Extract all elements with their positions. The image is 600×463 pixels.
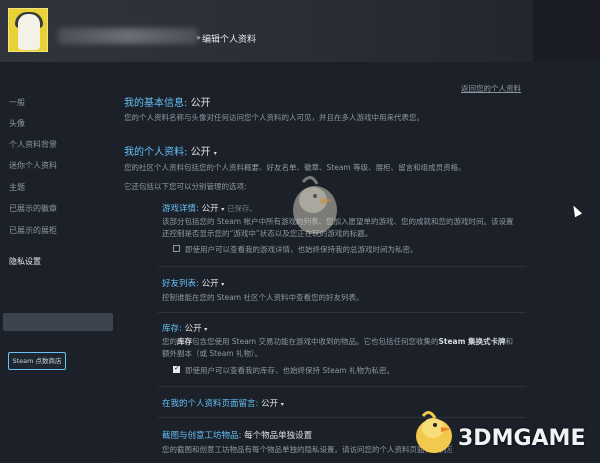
basic-info-value: 公开 bbox=[190, 98, 211, 109]
sidebar-item-general[interactable]: 一般 bbox=[9, 97, 25, 108]
playtime-private-label: 即使用户可以查看我的游戏详情，也始终保持我的总游戏时间为私密。 bbox=[185, 245, 418, 254]
watermark-text: 3DMGAME bbox=[458, 426, 586, 451]
profile-header: » 编辑个人资料 bbox=[0, 0, 600, 62]
avatar-face bbox=[18, 14, 40, 50]
sidebar-active-highlight bbox=[3, 313, 113, 331]
chevron-down-icon: ▾ bbox=[221, 281, 225, 288]
basic-info-title: 我的基本信息: 公开 bbox=[124, 94, 211, 109]
inventory-desc: 您的库存包含您使用 Steam 交易功能在游戏中收到的物品。它也包括任何您收集的… bbox=[162, 337, 514, 346]
game-details-dropdown[interactable]: 公开 ▾ bbox=[202, 204, 225, 214]
screenshots-title: 截图与创意工坊物品: 每个物品单独设置 bbox=[162, 429, 312, 441]
gifts-private-label: 即使用户可以查看我的库存，也始终保持 Steam 礼物为私密。 bbox=[185, 366, 394, 375]
screenshots-value: 每个物品单独设置 bbox=[244, 431, 313, 441]
sidebar-divider bbox=[118, 62, 119, 463]
separator bbox=[158, 417, 526, 418]
game-details-label: 游戏详情: bbox=[162, 204, 199, 214]
sidebar-item-avatar[interactable]: 头像 bbox=[9, 118, 25, 129]
basic-info-desc: 您的个人资料名称与头像对任何访问您个人资料的人可见，并且在多人游戏中用来代表您。 bbox=[124, 113, 424, 122]
inventory-desc-2: 额外副本（或 Steam 礼物）。 bbox=[162, 349, 263, 358]
game-details-desc: 该部分包括您的 Steam 帐户中所有游戏的列表、您加入愿望单的游戏、您的成就和… bbox=[162, 217, 514, 226]
sidebar-item-privacy[interactable]: 隐私设置 bbox=[9, 256, 41, 267]
playtime-private-checkbox[interactable] bbox=[173, 245, 180, 252]
comments-title: 在我的个人资料页面留言: 公开 ▾ bbox=[162, 397, 284, 409]
comments-dropdown[interactable]: 公开 ▾ bbox=[261, 399, 284, 409]
sidebar-item-mini-profile[interactable]: 迷你个人资料 bbox=[9, 160, 57, 171]
profile-privacy-label: 我的个人资料: bbox=[124, 147, 188, 158]
points-shop-button[interactable]: Steam 点数商店 bbox=[8, 352, 66, 370]
username-blurred[interactable] bbox=[58, 28, 198, 44]
chevron-down-icon: ▾ bbox=[280, 401, 284, 408]
watermark-chick-icon bbox=[293, 176, 337, 234]
screenshots-label: 截图与创意工坊物品: bbox=[162, 431, 242, 441]
profile-desc-2: 它还包括以下您可以分别管理的选项: bbox=[124, 182, 247, 191]
sidebar-item-showcases[interactable]: 已展示的展柜 bbox=[9, 225, 57, 236]
separator bbox=[158, 266, 526, 267]
friends-list-label: 好友列表: bbox=[162, 279, 199, 289]
avatar[interactable] bbox=[8, 8, 48, 52]
basic-info-label: 我的基本信息: bbox=[124, 98, 188, 109]
screenshots-desc: 您的截图和创意工坊物品有每个物品单独的隐私设置。请访问您的个人资料页面，在对应的… bbox=[162, 445, 452, 454]
friends-list-dropdown[interactable]: 公开 ▾ bbox=[202, 279, 225, 289]
profile-privacy-title: 我的个人资料: 公开 ▾ bbox=[124, 143, 217, 158]
saved-status: 已保存。 bbox=[227, 204, 258, 213]
friends-list-title: 好友列表: 公开 ▾ bbox=[162, 277, 224, 289]
sidebar: 一般 头像 个人资料背景 迷你个人资料 主题 已展示的徽章 已展示的展柜 隐私设… bbox=[0, 62, 118, 463]
friends-list-desc: 控制谁能在您的 Steam 社区个人资料中查看您的好友列表。 bbox=[162, 293, 364, 302]
sidebar-item-background[interactable]: 个人资料背景 bbox=[9, 139, 57, 150]
breadcrumb-separator: » bbox=[196, 33, 201, 42]
chevron-down-icon: ▾ bbox=[213, 150, 217, 157]
breadcrumb: 编辑个人资料 bbox=[202, 35, 257, 45]
chevron-down-icon: ▾ bbox=[221, 206, 225, 213]
separator bbox=[158, 386, 526, 387]
sidebar-item-badges[interactable]: 已展示的徽章 bbox=[9, 203, 57, 214]
inventory-label: 库存: bbox=[162, 324, 182, 334]
return-to-profile-link[interactable]: 返回您的个人资料 bbox=[461, 83, 521, 94]
game-details-title: 游戏详情: 公开 ▾ 已保存。 bbox=[162, 202, 257, 214]
comments-label: 在我的个人资料页面留言: bbox=[162, 399, 259, 409]
inventory-title: 库存: 公开 ▾ bbox=[162, 322, 207, 334]
gifts-private-checkbox[interactable] bbox=[173, 364, 180, 373]
3dmgame-logo-icon bbox=[416, 411, 452, 453]
separator bbox=[158, 312, 526, 313]
mouse-cursor-icon bbox=[569, 203, 583, 218]
profile-privacy-dropdown[interactable]: 公开 ▾ bbox=[191, 147, 217, 158]
inventory-dropdown[interactable]: 公开 ▾ bbox=[185, 324, 208, 334]
sidebar-item-theme[interactable]: 主题 bbox=[9, 182, 25, 193]
chevron-down-icon: ▾ bbox=[204, 326, 208, 333]
